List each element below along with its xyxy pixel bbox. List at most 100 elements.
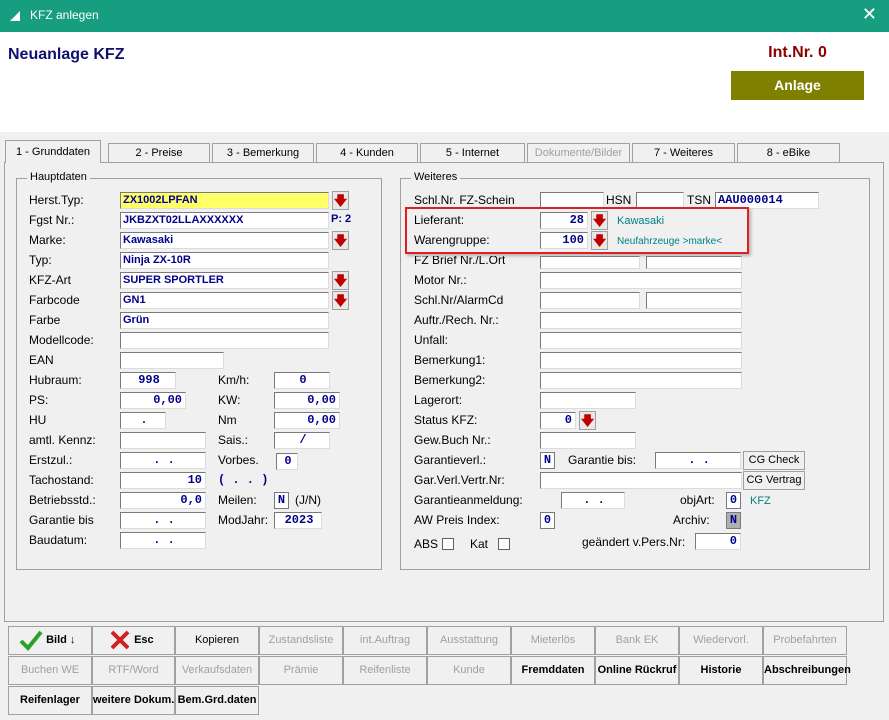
cg-check-button[interactable]: CG Check: [743, 451, 805, 470]
gar-vertr-field[interactable]: [540, 472, 742, 489]
tab-preise[interactable]: 2 - Preise: [108, 143, 210, 162]
hubraum-field[interactable]: 998: [120, 372, 176, 389]
online-rueckruf-button[interactable]: Online Rückruf: [595, 656, 679, 685]
group-title: Weiteres: [411, 171, 461, 183]
abschreibungen-button[interactable]: Abschreibungen: [763, 656, 851, 685]
tab-internet[interactable]: 5 - Internet: [420, 143, 525, 162]
arrow-down-icon[interactable]: 🡇: [332, 291, 349, 310]
rtf-word-button: RTF/Word: [92, 656, 175, 685]
arrow-down-icon[interactable]: 🡇: [332, 191, 349, 210]
kfz-art-field[interactable]: SUPER SPORTLER: [120, 272, 329, 289]
archiv-field[interactable]: N: [726, 512, 741, 529]
ps-field[interactable]: 0,00: [120, 392, 186, 409]
erstzul-field[interactable]: . .: [120, 452, 206, 469]
hu-field[interactable]: .: [120, 412, 166, 429]
cg-vertrag-button[interactable]: CG Vertrag: [743, 471, 805, 490]
garantie-bis-field[interactable]: . .: [655, 452, 741, 469]
baudatum-field[interactable]: . .: [120, 532, 206, 549]
arrow-down-icon[interactable]: 🡇: [579, 411, 596, 430]
esc-button[interactable]: Esc: [92, 626, 175, 655]
aw-field[interactable]: 0: [540, 512, 555, 529]
meilen-label: Meilen:: [218, 493, 257, 507]
sais-field[interactable]: /: [274, 432, 330, 449]
kmh-field[interactable]: 0: [274, 372, 330, 389]
tab-bemerkung[interactable]: 3 - Bemerkung: [212, 143, 314, 162]
arrow-down-icon[interactable]: 🡇: [591, 211, 608, 230]
betriebsstd-label: Betriebsstd.:: [29, 493, 96, 507]
date-placeholder: ( . . ): [218, 473, 269, 487]
ean-field[interactable]: [120, 352, 224, 369]
garantieverl-field[interactable]: N: [540, 452, 555, 469]
motor-field[interactable]: [540, 272, 742, 289]
herst-typ-field[interactable]: ZX1002LPFAN: [120, 192, 329, 209]
alarm-label: Schl.Nr/AlarmCd: [414, 293, 504, 307]
gewbuch-label: Gew.Buch Nr.:: [414, 433, 491, 447]
objart-field[interactable]: 0: [726, 492, 741, 509]
lagerort-label: Lagerort:: [414, 393, 463, 407]
garantie-bis-field[interactable]: . .: [120, 512, 206, 529]
geaendert-field[interactable]: 0: [695, 533, 741, 550]
arrow-down-icon[interactable]: 🡇: [591, 231, 608, 250]
fgst-field[interactable]: JKBZXT02LLAXXXXXX: [120, 212, 329, 229]
typ-label: Typ:: [29, 253, 52, 267]
gewbuch-field[interactable]: [540, 432, 636, 449]
marke-field[interactable]: Kawasaki: [120, 232, 329, 249]
lieferant-field[interactable]: 28: [540, 212, 588, 229]
ps-label: PS:: [29, 393, 49, 407]
app-icon: [10, 11, 20, 21]
abs-checkbox[interactable]: [442, 538, 454, 550]
reifenlager-button[interactable]: Reifenlager: [8, 686, 92, 715]
garanm-field[interactable]: . .: [561, 492, 625, 509]
bild-button[interactable]: Bild ↓: [8, 626, 92, 655]
fzbrief-field[interactable]: [540, 256, 640, 269]
kat-checkbox[interactable]: [498, 538, 510, 550]
meilen-field[interactable]: N: [274, 492, 289, 509]
esc-label: Esc: [134, 634, 154, 646]
auftr-field[interactable]: [540, 312, 742, 329]
alarm-code-field[interactable]: [646, 292, 742, 309]
bem1-field[interactable]: [540, 352, 742, 369]
warengruppe-field[interactable]: 100: [540, 232, 588, 249]
arrow-down-icon[interactable]: 🡇: [332, 231, 349, 250]
tachostand-field[interactable]: 10: [120, 472, 206, 489]
tab-kunden[interactable]: 4 - Kunden: [316, 143, 418, 162]
kennz-field[interactable]: [120, 432, 206, 449]
garantieverl-label: Garantieverl.:: [414, 453, 487, 467]
ean-label: EAN: [29, 353, 54, 367]
modellcode-field[interactable]: [120, 332, 329, 349]
modjahr-field[interactable]: 2023: [274, 512, 322, 529]
historie-button[interactable]: Historie: [679, 656, 763, 685]
farbcode-field[interactable]: GN1: [120, 292, 329, 309]
zustandsliste-button: Zustandsliste: [259, 626, 343, 655]
praemie-button: Prämie: [259, 656, 343, 685]
typ-field[interactable]: Ninja ZX-10R: [120, 252, 329, 269]
weitere-dokum-button[interactable]: weitere Dokum.: [92, 686, 175, 715]
warengruppe-label: Warengruppe:: [414, 233, 490, 247]
alarm-field[interactable]: [540, 292, 640, 309]
tab-ebike[interactable]: 8 - eBike: [737, 143, 840, 162]
status-field[interactable]: 0: [540, 412, 576, 429]
fremddaten-button[interactable]: Fremddaten: [511, 656, 595, 685]
vorbes-field[interactable]: 0: [276, 453, 298, 470]
modellcode-label: Modellcode:: [29, 333, 94, 347]
bem-grd-daten-button[interactable]: Bem.Grd.daten: [175, 686, 259, 715]
aw-label: AW Preis Index:: [414, 513, 500, 527]
objart-desc: KFZ: [750, 495, 771, 507]
kw-field[interactable]: 0,00: [274, 392, 340, 409]
nm-field[interactable]: 0,00: [274, 412, 340, 429]
hsn-label: HSN: [606, 193, 632, 207]
lagerort-field[interactable]: [540, 392, 636, 409]
archiv-label: Archiv:: [673, 513, 710, 527]
kopieren-button[interactable]: Kopieren: [175, 626, 259, 655]
close-icon[interactable]: ✕: [862, 4, 877, 25]
farbe-field[interactable]: Grün: [120, 312, 329, 329]
group-title: Hauptdaten: [27, 171, 90, 183]
lieferant-label: Lieferant:: [414, 213, 465, 227]
unfall-field[interactable]: [540, 332, 742, 349]
tab-grunddaten[interactable]: 1 - Grunddaten: [5, 140, 101, 163]
fzbrief-ort-field[interactable]: [646, 256, 742, 269]
betriebsstd-field[interactable]: 0,0: [120, 492, 206, 509]
tab-weiteres[interactable]: 7 - Weiteres: [632, 143, 735, 162]
bem2-field[interactable]: [540, 372, 742, 389]
arrow-down-icon[interactable]: 🡇: [332, 271, 349, 290]
